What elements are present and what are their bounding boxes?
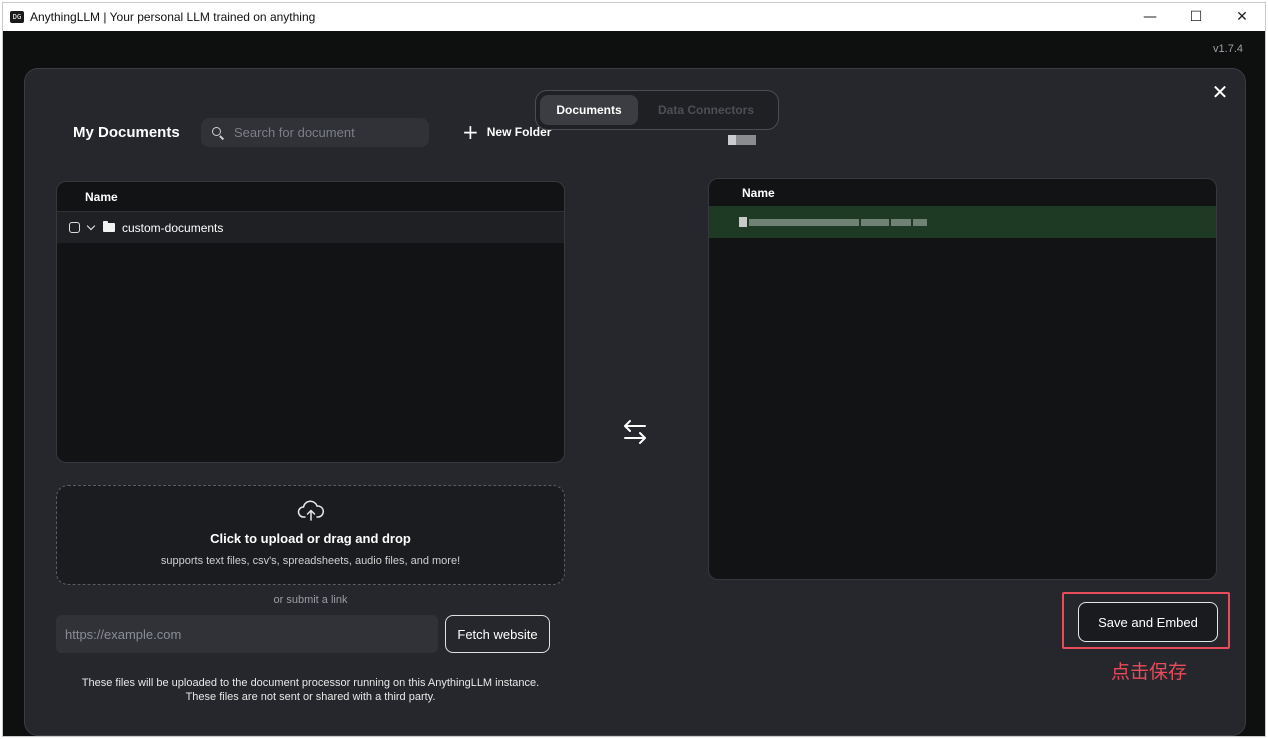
my-documents-list: Name custom-documents [56,181,565,463]
fetch-website-button[interactable]: Fetch website [445,615,550,653]
search-input[interactable] [234,125,424,140]
workspace-documents-list: Name [708,178,1217,580]
folder-checkbox[interactable] [69,222,80,233]
upload-title: Click to upload or drag and drop [210,531,411,546]
url-input[interactable] [56,615,438,653]
or-submit-link-label: or submit a link [273,594,348,606]
privacy-note-line1: These files will be uploaded to the docu… [81,677,540,689]
folder-name: custom-documents [122,220,224,235]
upload-subtitle: supports text files, csv's, spreadsheets… [160,555,461,567]
plus-icon: + [462,120,479,144]
privacy-note: These files will be uploaded to the docu… [56,676,565,704]
minimize-button[interactable]: — [1127,3,1173,31]
annotation-label: 点击保存 [1111,661,1188,683]
search-box[interactable] [201,118,429,147]
version-label: v1.7.4 [1213,43,1243,55]
upload-dropzone[interactable]: Click to upload or drag and drop support… [56,485,565,585]
workspace-name-redacted [728,131,758,145]
redacted-filename [749,218,859,226]
window-close-button[interactable]: ✕ [1219,3,1265,31]
folder-icon [103,221,115,232]
maximize-button[interactable]: ☐ [1173,3,1219,31]
app-logo-icon: DG [10,11,24,23]
my-documents-title: My Documents [73,124,180,141]
workspace-document-row[interactable] [709,206,1216,238]
folder-row[interactable]: custom-documents [57,212,564,243]
search-icon [212,126,224,139]
window-title: AnythingLLM | Your personal LLM trained … [30,10,316,24]
privacy-note-line2: These files are not sent or shared with … [185,691,436,703]
transfer-arrows-icon[interactable] [619,416,651,448]
workspace-list-header-name: Name [742,185,775,200]
title-bar: DG AnythingLLM | Your personal LLM train… [3,3,1265,31]
annotation-highlight-box [1062,592,1230,649]
file-icon [739,217,747,227]
tab-data-connectors[interactable]: Data Connectors [638,95,774,125]
cloud-upload-icon [297,500,324,521]
window-controls: — ☐ ✕ [1127,3,1265,31]
tab-documents[interactable]: Documents [540,95,638,125]
chevron-down-icon[interactable] [86,223,96,233]
close-icon[interactable]: ✕ [1209,81,1231,103]
list-header-name: Name [57,182,564,212]
modal-tabs: Documents Data Connectors [535,90,779,130]
